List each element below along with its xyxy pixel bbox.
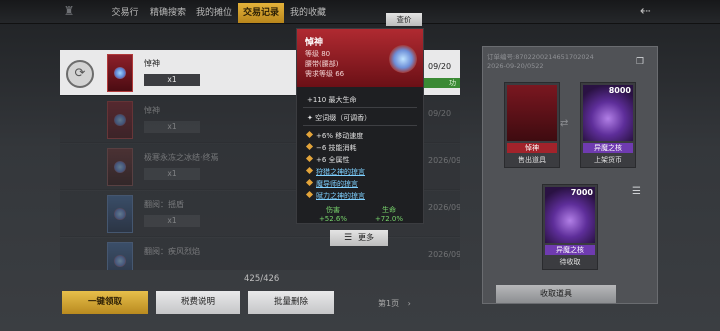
tax-info-button[interactable]: 税费说明 [156, 291, 240, 314]
receive-sub: 待收取 [559, 258, 581, 266]
tab-precise-search[interactable]: 精确搜索 [148, 3, 188, 23]
record-date: 2026/09/19 [428, 156, 460, 165]
record-qty: x1 [144, 74, 200, 86]
sold-item-slot[interactable]: 悼神 售出道具 [504, 82, 560, 168]
logo-icon: ♜ [63, 4, 75, 18]
record-name: 悼神 [144, 106, 160, 115]
stat-life-label: 生命 [382, 206, 396, 214]
affix-link[interactable]: 魔导师的掠言 [305, 178, 358, 189]
pending-receive-slot[interactable]: 7000 异魔之核 待收取 [542, 184, 598, 270]
tooltip-tunable-text: 空词缀（可调香） [315, 114, 372, 122]
record-row[interactable]: 翻阅：疾风烈焰 2026/09/19 [60, 238, 460, 270]
chevron-right-icon[interactable]: › [408, 299, 411, 308]
receive-name: 异魔之核 [545, 245, 595, 255]
currency-name: 异魔之核 [583, 143, 633, 153]
stat-damage-value: +52.6% [318, 215, 348, 223]
more-button-label: 更多 [358, 233, 375, 242]
sold-item-image [507, 85, 557, 141]
receive-price: 7000 [570, 188, 593, 197]
tooltip-tunable: ✦ 空词缀（可调香） [307, 113, 371, 123]
gem-icon [389, 45, 417, 73]
item-tooltip: 悼神 等级 80 腰带(腰部) 需求等级 66 +110 最大生命 ✦ 空词缀（… [296, 28, 424, 224]
copy-icon[interactable]: ❐ [636, 57, 644, 67]
record-date: 2026/09/19 [428, 203, 460, 212]
menu-icon[interactable]: ☰ [632, 186, 641, 197]
record-status: 功 [422, 78, 460, 88]
top-bar: ♜ 交易行 精确搜索 我的摊位 交易记录 我的收藏 ⇠ [0, 0, 720, 24]
affix-link[interactable]: 賦力之神的掠言 [305, 190, 365, 201]
tab-my-stall[interactable]: 我的摊位 [194, 3, 234, 23]
gem-icon [114, 67, 126, 79]
listing-price: 8000 [608, 86, 631, 95]
page-label: 第1页 [378, 299, 400, 308]
diamond-icon [305, 154, 314, 163]
diamond-icon [305, 166, 314, 175]
gem-icon [114, 255, 126, 267]
record-date: 2026/09/19 [428, 250, 460, 259]
gem-icon [114, 161, 126, 173]
record-qty: x1 [144, 215, 200, 227]
record-name: 悼神 [144, 59, 160, 68]
stat-life-value: +72.0% [374, 215, 404, 223]
affix-text: +6 全属性 [316, 156, 350, 164]
item-card [107, 195, 133, 233]
refresh-icon: ⟳ [66, 60, 94, 88]
item-card [107, 101, 133, 139]
affix-text: +6% 移动速度 [316, 132, 364, 140]
sold-item-name: 悼神 [507, 143, 557, 153]
tooltip-slot: 腰带(腰部) [305, 60, 339, 68]
record-name: 极寒永冻之冰结·终焉 [144, 153, 219, 162]
record-qty: x1 [144, 168, 200, 180]
diamond-icon [305, 142, 314, 151]
swap-icon: ⇄ [560, 118, 569, 129]
diamond-icon [305, 130, 314, 139]
divider [303, 107, 417, 108]
sparkle-icon: ✦ [307, 114, 316, 122]
stat-life: 生命 +72.0% [369, 205, 409, 223]
sold-item-sub: 售出道具 [518, 156, 546, 164]
batch-delete-button[interactable]: 批量删除 [248, 291, 334, 314]
record-name: 翻阅：揺盾 [144, 200, 184, 209]
tab-trade-records[interactable]: 交易记录 [238, 3, 284, 23]
stat-damage: 伤害 +52.6% [313, 205, 353, 223]
check-price-button[interactable]: 查价 [386, 13, 422, 26]
tooltip-required-level: 需求等级 66 [305, 70, 345, 78]
stat-damage-label: 伤害 [326, 206, 340, 214]
listing-currency-slot[interactable]: 8000 异魔之核 上架货币 [580, 82, 636, 168]
affix-link-text: 魔导师的掠言 [316, 180, 358, 188]
currency-sub: 上架货币 [594, 156, 622, 164]
record-count: 425/426 [244, 274, 280, 284]
tooltip-max-life: +110 最大生命 [307, 96, 357, 104]
item-card [107, 148, 133, 186]
back-arrow-icon[interactable]: ⇠ [640, 4, 662, 19]
receive-items-button[interactable]: 收取道具 [496, 285, 616, 303]
order-id: 订单编号:8702200214651702024 2026-09-20/0522 [487, 53, 594, 70]
claim-all-button[interactable]: 一键领取 [62, 291, 148, 314]
affix-line: −6 技能消耗 [305, 142, 357, 153]
affix-line: +6% 移动速度 [305, 130, 364, 141]
record-name: 翻阅：疾风烈焰 [144, 247, 200, 256]
affix-link-text: 狩猎之神的掠言 [316, 168, 365, 176]
list-icon: ☰ [343, 233, 353, 243]
pager: 第1页 › [378, 298, 411, 309]
record-date: 09/20 [428, 109, 452, 118]
affix-link-text: 賦力之神的掠言 [316, 192, 365, 200]
tab-my-favorites[interactable]: 我的收藏 [288, 3, 328, 23]
more-button[interactable]: ☰ 更多 [330, 230, 388, 246]
tab-trading-house[interactable]: 交易行 [108, 3, 142, 23]
gem-icon [114, 208, 126, 220]
divider [303, 125, 417, 126]
tooltip-level: 等级 80 [305, 50, 331, 58]
affix-link[interactable]: 狩猎之神的掠言 [305, 166, 365, 177]
record-qty: x1 [144, 121, 200, 133]
item-card [107, 54, 133, 92]
item-card [107, 242, 133, 270]
gem-icon [114, 114, 126, 126]
affix-line: +6 全属性 [305, 154, 350, 165]
tooltip-title: 悼神 [305, 38, 324, 48]
diamond-icon [305, 178, 314, 187]
record-date: 09/20 [428, 62, 452, 71]
diamond-icon [305, 190, 314, 199]
affix-text: −6 技能消耗 [316, 144, 357, 152]
